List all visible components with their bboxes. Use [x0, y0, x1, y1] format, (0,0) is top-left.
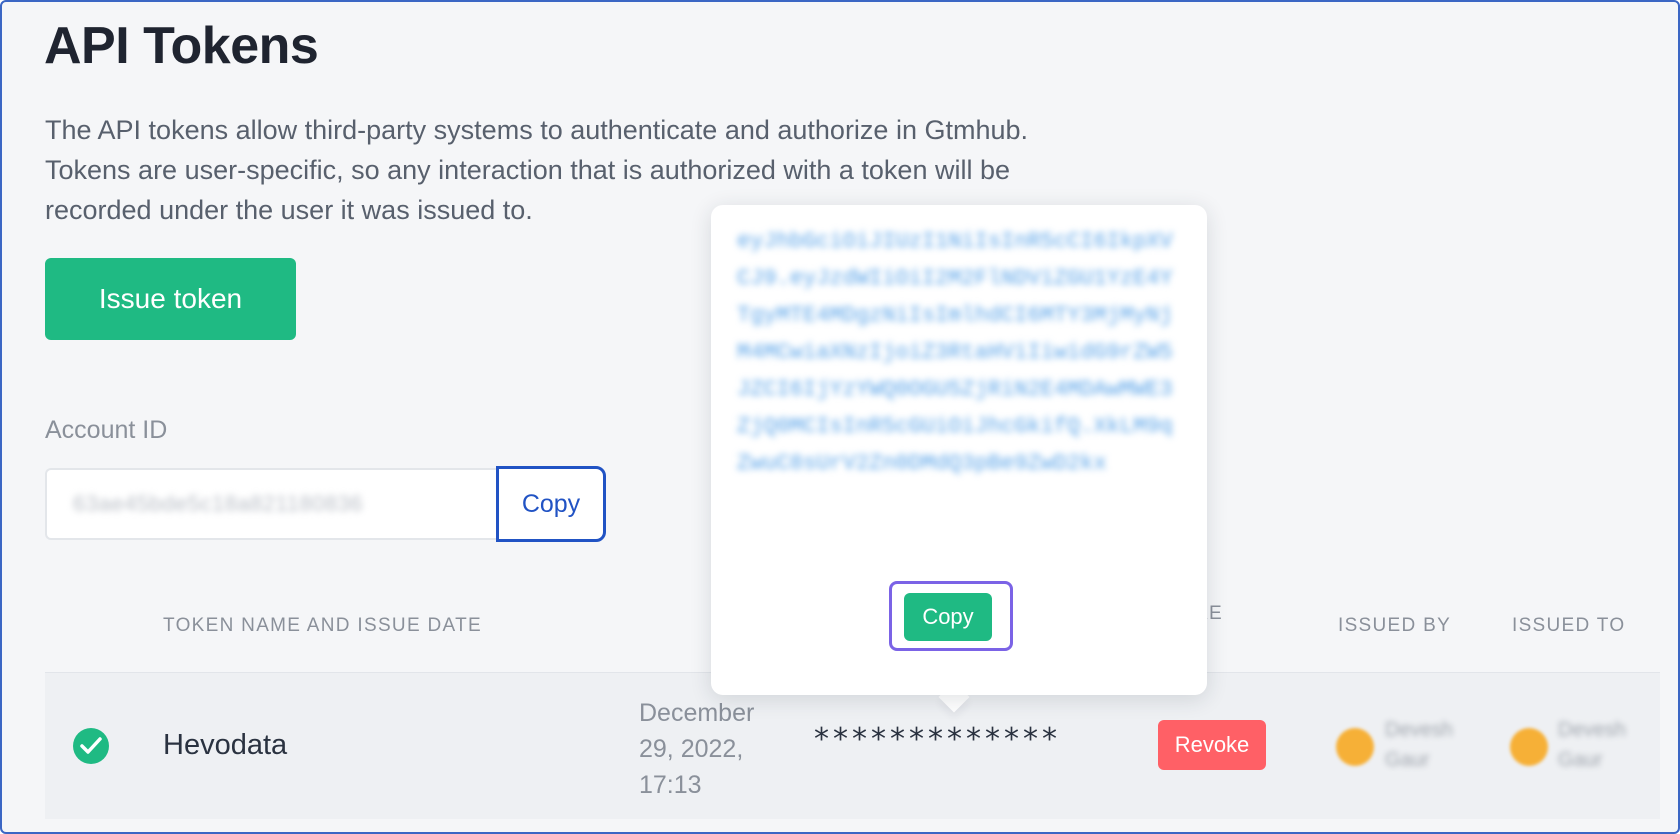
- header-token-name: TOKEN NAME AND ISSUE DATE: [163, 615, 482, 636]
- masked-token[interactable]: *************: [814, 722, 1061, 757]
- app-frame: API Tokens The API tokens allow third-pa…: [0, 0, 1680, 834]
- token-date-line2: 29, 2022,: [639, 735, 744, 763]
- issued-by-last: Gaur: [1385, 749, 1430, 771]
- revoke-button[interactable]: Revoke: [1158, 720, 1266, 770]
- token-name: Hevodata: [163, 729, 288, 761]
- page-title: API Tokens: [44, 17, 319, 75]
- account-id-value: 63ae45bde5c18a821180836: [73, 491, 364, 516]
- issued-by-first: Devesh: [1385, 719, 1453, 741]
- account-id-field[interactable]: 63ae45bde5c18a821180836: [45, 468, 497, 540]
- check-circle-icon: [73, 728, 109, 764]
- token-date-line1: December: [639, 699, 755, 727]
- token-value: eyJhbGciOiJIUzI1NiIsInR5cCI6IkpXVCJ9.eyJ…: [737, 229, 1173, 476]
- header-issued-to: ISSUED TO: [1512, 615, 1626, 636]
- issued-to-first: Devesh: [1558, 719, 1626, 741]
- copy-account-id-button[interactable]: Copy: [496, 466, 606, 542]
- token-issue-date: December 29, 2022, 17:13: [639, 695, 779, 803]
- issued-to-name: Devesh Gaur: [1558, 715, 1638, 775]
- issued-by-avatar: [1336, 728, 1374, 766]
- issued-by-name: Devesh Gaur: [1385, 715, 1465, 775]
- copy-token-button[interactable]: Copy: [904, 593, 992, 641]
- issued-to-last: Gaur: [1558, 749, 1603, 771]
- issue-token-button[interactable]: Issue token: [45, 258, 296, 340]
- token-popover: eyJhbGciOiJIUzI1NiIsInR5cCI6IkpXVCJ9.eyJ…: [711, 205, 1207, 695]
- token-date-line3: 17:13: [639, 771, 702, 799]
- account-id-label: Account ID: [45, 416, 168, 444]
- issued-to-avatar: [1510, 728, 1548, 766]
- header-issued-by: ISSUED BY: [1338, 615, 1452, 636]
